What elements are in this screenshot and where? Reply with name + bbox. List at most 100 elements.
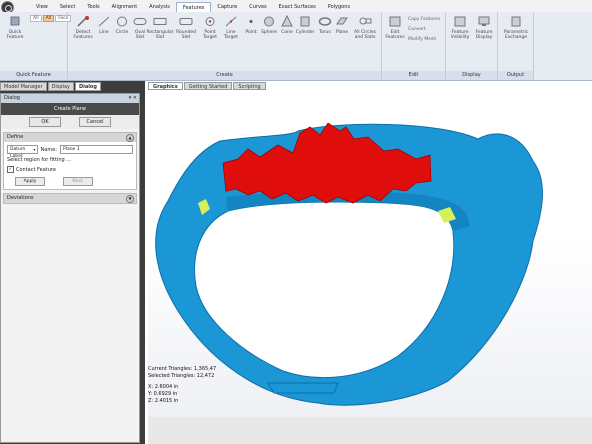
ok-button[interactable]: OK (29, 117, 61, 127)
edit-features-button[interactable]: Edit Features (385, 15, 405, 40)
quick-feature-group: All All Face Quick Feature Quick Feature (0, 12, 72, 80)
tab-model-manager[interactable]: Model Manager (0, 82, 47, 91)
mesh-bottom-tab (267, 382, 339, 394)
rounded-slot-button[interactable]: Rounded Slot (176, 15, 196, 40)
monitor-icon (477, 15, 491, 28)
canvas-tabs: Graphics Getting Started Scripting (148, 82, 267, 91)
stats-overlay: Current Triangles: 1,365,47 Selected Tri… (148, 366, 216, 405)
define-section: Define ▲ Datum Label: Name: Plane 1 Sele… (3, 132, 137, 190)
filter-all[interactable]: All (30, 15, 42, 22)
tab-dialog[interactable]: Dialog (74, 82, 101, 91)
line-label: Line (99, 30, 109, 35)
coord-y: Y: 0.6929 in (148, 391, 178, 397)
rectangular-slot-button[interactable]: Rectangular Slot (146, 15, 174, 40)
rectangular-slot-label: Rectangular Slot (146, 30, 174, 40)
circle-label: Circle (115, 30, 129, 35)
application-window: View Select Tools Alignment Analysis Fea… (0, 0, 592, 444)
feature-display-button[interactable]: Feature Display (473, 15, 495, 40)
plane-label: Plane (335, 30, 349, 35)
torus-label: Torus (319, 30, 331, 35)
point-button[interactable]: Point (244, 15, 258, 35)
modify-mesh-button[interactable]: Modify Mesh (408, 35, 440, 45)
cylinder-label: Cylinder (295, 30, 315, 35)
point-target-button[interactable]: Point Target (200, 15, 220, 40)
edit-group: Edit Features Copy Features Convert Modi… (382, 12, 446, 80)
tab-view[interactable]: View (30, 2, 54, 12)
torus-icon (318, 15, 332, 28)
tab-tools[interactable]: Tools (81, 2, 105, 12)
point-label: Point (245, 30, 257, 35)
cone-label: Cone (281, 30, 293, 35)
feature-display-label: Feature Display (475, 30, 493, 40)
output-group: Parametric Exchange Output (498, 12, 534, 80)
tab-display[interactable]: Display (47, 82, 74, 91)
tab-alignment[interactable]: Alignment (106, 2, 144, 12)
cone-icon (280, 15, 294, 28)
plane-icon (335, 15, 349, 28)
define-header-label: Define (7, 134, 24, 140)
filter-all-active[interactable]: All (42, 15, 55, 22)
tab-scripting[interactable]: Scripting (233, 82, 266, 90)
cone-button[interactable]: Cone (280, 15, 294, 35)
collapse-icon[interactable]: ▲ (126, 134, 134, 142)
rounded-slot-label: Rounded Slot (176, 30, 196, 40)
feature-visibility-button[interactable]: Feature Visibility (449, 15, 471, 40)
detect-features-button[interactable]: Detect Features (72, 15, 94, 40)
circle-button[interactable]: Circle (114, 15, 130, 35)
apply-button[interactable]: Apply (15, 177, 45, 186)
tab-analysis[interactable]: Analysis (143, 2, 176, 12)
tab-features[interactable]: Features (175, 2, 212, 12)
line-target-button[interactable]: Line Target (222, 15, 240, 40)
tab-graphics[interactable]: Graphics (148, 82, 183, 90)
dialog-titlebar: Dialog ▾ ✕ (1, 94, 139, 103)
copy-features-button[interactable]: Copy Features (408, 15, 440, 25)
tab-capture[interactable]: Capture (211, 2, 243, 12)
datum-label-select[interactable]: Datum Label: (7, 145, 38, 159)
sphere-label: Sphere (261, 30, 277, 35)
selected-triangles: Selected Triangles: 12,472 (148, 373, 215, 379)
rectangular-slot-icon (153, 15, 167, 28)
datum-name-row: Datum Label: Name: Plane 1 (7, 145, 133, 159)
line-button[interactable]: Line (96, 15, 112, 35)
dialog-title: Dialog (4, 95, 20, 101)
expand-icon[interactable]: ▼ (126, 195, 134, 203)
cancel-button[interactable]: Cancel (79, 117, 111, 127)
status-area (148, 417, 592, 444)
deviations-header[interactable]: Deviations ▼ (4, 194, 136, 203)
tab-select[interactable]: Select (54, 2, 81, 12)
rounded-slot-icon (179, 15, 193, 28)
tab-curves[interactable]: Curves (243, 2, 272, 12)
graphics-viewport[interactable]: Current Triangles: 1,365,47 Selected Tri… (148, 91, 592, 417)
cylinder-button[interactable]: Cylinder (296, 15, 314, 35)
cylinder-icon (298, 15, 312, 28)
define-header[interactable]: Define ▲ (4, 133, 136, 142)
define-body: Datum Label: Name: Plane 1 Select region… (4, 142, 136, 189)
quick-feature-button[interactable]: Quick Feature (4, 15, 26, 40)
quick-feature-icon (8, 15, 22, 28)
contact-feature-row: ✓ Contact Feature (7, 166, 133, 173)
contact-feature-checkbox[interactable]: ✓ (7, 166, 14, 173)
tab-getting-started[interactable]: Getting Started (183, 82, 233, 90)
dialog-name: Create Plane (1, 103, 139, 115)
panel-tabs: Model Manager Display Dialog (0, 82, 102, 92)
ribbon-tabs: View Select Tools Alignment Analysis Fea… (30, 2, 356, 12)
current-triangles: Current Triangles: 1,365,47 (148, 366, 217, 372)
edit-group-label: Edit (382, 71, 445, 80)
pin-close-icon[interactable]: ▾ ✕ (129, 94, 137, 103)
tab-exact-surfaces[interactable]: Exact Surfaces (273, 2, 322, 12)
edit-side-list: Copy Features Convert Modify Mesh (408, 15, 440, 45)
fitting-hint: Select region for fitting ... (7, 157, 72, 163)
plane-button[interactable]: Plane (335, 15, 349, 35)
name-input[interactable]: Plane 1 (59, 145, 133, 154)
create-group: Detect Features Line Circle Oval Slot Re… (68, 12, 382, 80)
sphere-button[interactable]: Sphere (261, 15, 277, 35)
torus-button[interactable]: Torus (317, 15, 333, 35)
convert-button[interactable]: Convert (408, 25, 440, 35)
quick-feature-group-label: Quick Feature (0, 71, 67, 80)
name-label: Name: (40, 146, 57, 153)
all-circles-slots-button[interactable]: All Circles and Slots (352, 15, 378, 40)
create-group-label: Create (68, 71, 381, 80)
parametric-exchange-button[interactable]: Parametric Exchange (502, 15, 530, 40)
tab-polygons[interactable]: Polygons (322, 2, 356, 12)
next-button[interactable]: Next (62, 177, 93, 186)
